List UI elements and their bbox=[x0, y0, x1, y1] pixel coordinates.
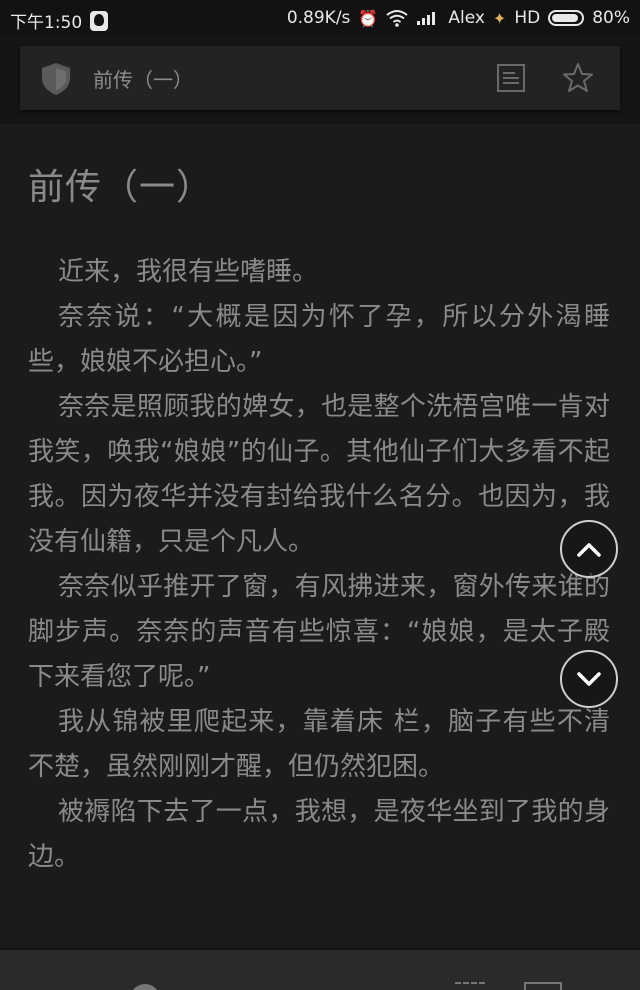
chevron-down-icon bbox=[577, 672, 601, 686]
chapter-body: 近来，我很有些嗜睡。 奈奈说：“大概是因为怀了孕，所以分外渴睡些，娘娘不必担心。… bbox=[28, 250, 610, 880]
paragraph: 奈奈是照顾我的婢女，也是整个洗梧宫唯一肯对我笑，唤我“娘娘”的仙子。其他仙子们大… bbox=[28, 392, 610, 557]
reader-toolbar: 前传（一） bbox=[20, 46, 620, 110]
battery-percent: 80% bbox=[592, 8, 630, 28]
chevron-up-icon bbox=[577, 543, 601, 557]
toolbar-title: 前传（一） bbox=[93, 68, 193, 92]
qq-icon bbox=[90, 10, 109, 31]
paragraph: 奈奈说：“大概是因为怀了孕，所以分外渴睡些，娘娘不必担心。” bbox=[28, 302, 610, 377]
status-bar: 下午1:50 0.89K/s ⏰ Alex ✦ HD 80% bbox=[0, 0, 640, 36]
paragraph: 近来，我很有些嗜睡。 bbox=[58, 257, 319, 287]
paragraph: 奈奈似乎推开了窗，有风拂进来，窗外传来谁的脚步声。奈奈的声音有些惊喜：“娘娘，是… bbox=[28, 572, 610, 692]
document-icon[interactable] bbox=[496, 63, 526, 93]
star-icon[interactable] bbox=[562, 62, 594, 94]
sparkle-icon: ✦ bbox=[492, 8, 507, 28]
chapter-title: 前传（一） bbox=[28, 167, 214, 208]
scroll-up-button[interactable] bbox=[560, 520, 618, 578]
reader-screen: 下午1:50 0.89K/s ⏰ Alex ✦ HD 80% 前传（一） 前传（… bbox=[0, 0, 640, 990]
wifi-icon bbox=[386, 10, 408, 27]
menu-icon[interactable] bbox=[524, 982, 562, 990]
alarm-icon: ⏰ bbox=[358, 8, 379, 28]
shield-icon[interactable] bbox=[40, 62, 72, 96]
bottom-toolbar bbox=[0, 950, 640, 990]
battery-icon bbox=[548, 10, 585, 26]
network-speed: 0.89K/s bbox=[286, 8, 351, 28]
brightness-slider-knob[interactable] bbox=[130, 984, 160, 990]
signal-icon bbox=[417, 12, 436, 25]
carrier-name: Alex bbox=[448, 8, 485, 28]
network-type: HD bbox=[514, 8, 541, 28]
brightness-icon[interactable] bbox=[455, 982, 485, 990]
status-time: 下午1:50 bbox=[10, 13, 83, 33]
scroll-down-button[interactable] bbox=[560, 650, 618, 708]
paragraph: 被褥陷下去了一点，我想，是夜华坐到了我的身边。 bbox=[28, 797, 610, 872]
paragraph: 我从锦被里爬起来，靠着床 栏，脑子有些不清不楚，虽然刚刚才醒，但仍然犯困。 bbox=[28, 707, 610, 782]
